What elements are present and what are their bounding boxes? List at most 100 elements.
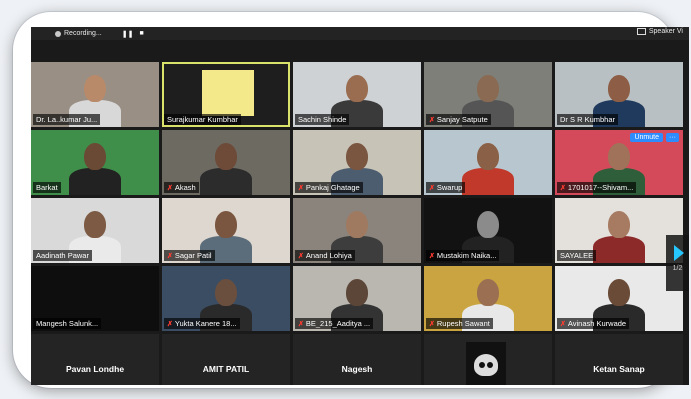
participant-tile[interactable]: Pavan Londhe <box>31 334 159 385</box>
participant-name: Pavan Londhe <box>65 364 125 374</box>
page-indicator: 1/2 <box>672 265 683 272</box>
participant-name-label: ✗ Rupesh Sawant <box>426 318 493 329</box>
participant-name-label: ✗ Akash <box>164 182 199 193</box>
gallery-grid: Dr. La..kumar Ju... Surajkumar Kumbhar Sac… <box>31 62 683 385</box>
participant-name: Ketan Sanap <box>593 364 645 374</box>
participant-tile[interactable]: Barkat <box>31 130 159 195</box>
speaker-view-label: Speaker Vi <box>648 28 683 35</box>
participant-tile[interactable]: ✗ Sagar Patil <box>162 198 290 263</box>
face <box>477 143 499 170</box>
participant-tile[interactable]: ✗ BE_215_Aaditya ... <box>293 266 421 331</box>
participant-tile[interactable]: ✗ Rupesh Sawant <box>424 266 552 331</box>
mic-muted-icon: ✗ <box>560 184 566 192</box>
participant-tile[interactable]: Nagesh <box>293 334 421 385</box>
more-options-button[interactable]: ··· <box>666 133 679 142</box>
participant-tile[interactable]: Ketan Sanap <box>555 334 683 385</box>
participant-tile[interactable]: Dr S R Kumbhar <box>555 62 683 127</box>
next-page-button[interactable]: 1/2 <box>666 235 689 291</box>
participant-name: Mustakim Naika... <box>436 251 497 260</box>
participant-name-label: ✗ Mustakim Naika... <box>426 250 500 261</box>
participant-name: Sagar Patil <box>174 251 212 260</box>
participant-tile[interactable]: ✗ Akash <box>162 130 290 195</box>
participant-tile[interactable] <box>424 334 552 385</box>
participant-tile[interactable]: ✗ Anand Lohiya <box>293 198 421 263</box>
participant-name: Rupesh Sawant <box>436 319 490 328</box>
next-page-arrow-icon <box>674 245 684 261</box>
stop-recording-button[interactable]: ■ <box>139 30 143 38</box>
mic-muted-icon: ✗ <box>167 320 173 328</box>
face <box>215 279 237 306</box>
zoom-meeting-window: Recording... ❚❚ ■ Speaker Vi Dr. La..kum… <box>31 27 689 385</box>
participant-tile[interactable]: Dr. La..kumar Ju... <box>31 62 159 127</box>
participant-name-label: Sachin Shinde <box>295 114 350 125</box>
face <box>477 279 499 306</box>
face <box>215 211 237 238</box>
recording-label: Recording... <box>64 30 102 37</box>
participant-name-label: ✗ 1701017--Shivam... <box>557 182 637 193</box>
participant-name: SAYALEE <box>560 251 594 260</box>
participant-tile[interactable]: AMIT PATIL <box>162 334 290 385</box>
participant-video <box>196 135 256 195</box>
participant-tile[interactable]: ✗ Swarup <box>424 130 552 195</box>
mic-muted-icon: ✗ <box>167 184 173 192</box>
face <box>84 75 106 102</box>
face <box>84 143 106 170</box>
participant-name-label: ✗ Swarup <box>426 182 466 193</box>
face <box>608 75 630 102</box>
pause-recording-button[interactable]: ❚❚ <box>122 30 134 38</box>
mic-muted-icon: ✗ <box>429 116 435 124</box>
participant-name-label: ✗ Sanjay Satpute <box>426 114 491 125</box>
skull-eye <box>479 362 485 368</box>
shoulders <box>69 168 121 195</box>
face <box>477 75 499 102</box>
participant-name-label: Barkat <box>33 182 61 193</box>
face <box>215 143 237 170</box>
participant-name: Anand Lohiya <box>305 251 352 260</box>
mic-muted-icon: ✗ <box>298 184 304 192</box>
face <box>608 143 630 170</box>
participant-tile[interactable]: ✗ Pankaj Ghatage <box>293 130 421 195</box>
face <box>346 279 368 306</box>
face <box>477 211 499 238</box>
participant-name-label: SAYALEE <box>557 250 597 261</box>
participant-tile[interactable]: ✗ 1701017--Shivam... Unmute ··· <box>555 130 683 195</box>
participant-name-label: ✗ Anand Lohiya <box>295 250 355 261</box>
speaker-view-button[interactable]: Speaker Vi <box>636 28 683 35</box>
participant-video <box>458 135 518 195</box>
participant-tile[interactable]: Mangesh Salunk... <box>31 266 159 331</box>
participant-name: Sanjay Satpute <box>436 115 488 124</box>
participant-tile[interactable]: ✗ Yukta Kanere 18... <box>162 266 290 331</box>
participant-name: Nagesh <box>341 364 373 374</box>
participant-video <box>65 135 125 195</box>
participant-name-label: ✗ Sagar Patil <box>164 250 215 261</box>
speaker-view-icon <box>636 28 646 35</box>
participant-tile[interactable]: Sachin Shinde <box>293 62 421 127</box>
face <box>346 143 368 170</box>
unmute-button[interactable]: Unmute <box>630 133 663 142</box>
participant-name: BE_215_Aaditya ... <box>305 319 371 328</box>
participant-name-label: ✗ Avinash Kurwade <box>557 318 630 329</box>
face <box>346 211 368 238</box>
skull-shape <box>474 354 498 376</box>
participant-tile[interactable]: ✗ Avinash Kurwade <box>555 266 683 331</box>
participant-tile[interactable]: ✗ Sanjay Satpute <box>424 62 552 127</box>
participant-tile[interactable]: ✗ Mustakim Naika... <box>424 198 552 263</box>
participant-name: Dr. La..kumar Ju... <box>36 115 98 124</box>
participant-name-label: Mangesh Salunk... <box>33 318 102 329</box>
face <box>346 75 368 102</box>
participant-video <box>589 203 649 263</box>
face <box>608 279 630 306</box>
mic-muted-icon: ✗ <box>429 320 435 328</box>
participant-name: Pankaj Ghatage <box>305 183 360 192</box>
participant-tile[interactable]: SAYALEE <box>555 198 683 263</box>
shoulders <box>200 168 252 195</box>
face <box>84 211 106 238</box>
participant-name-label: ✗ Pankaj Ghatage <box>295 182 363 193</box>
skull-profile-image <box>466 342 506 385</box>
mic-muted-icon: ✗ <box>298 320 304 328</box>
skull-eye <box>487 362 493 368</box>
participant-tile[interactable]: Surajkumar Kumbhar <box>162 62 290 127</box>
participant-video <box>202 70 254 116</box>
participant-tile[interactable]: Aadinath Pawar <box>31 198 159 263</box>
participant-name: Sachin Shinde <box>298 115 347 124</box>
